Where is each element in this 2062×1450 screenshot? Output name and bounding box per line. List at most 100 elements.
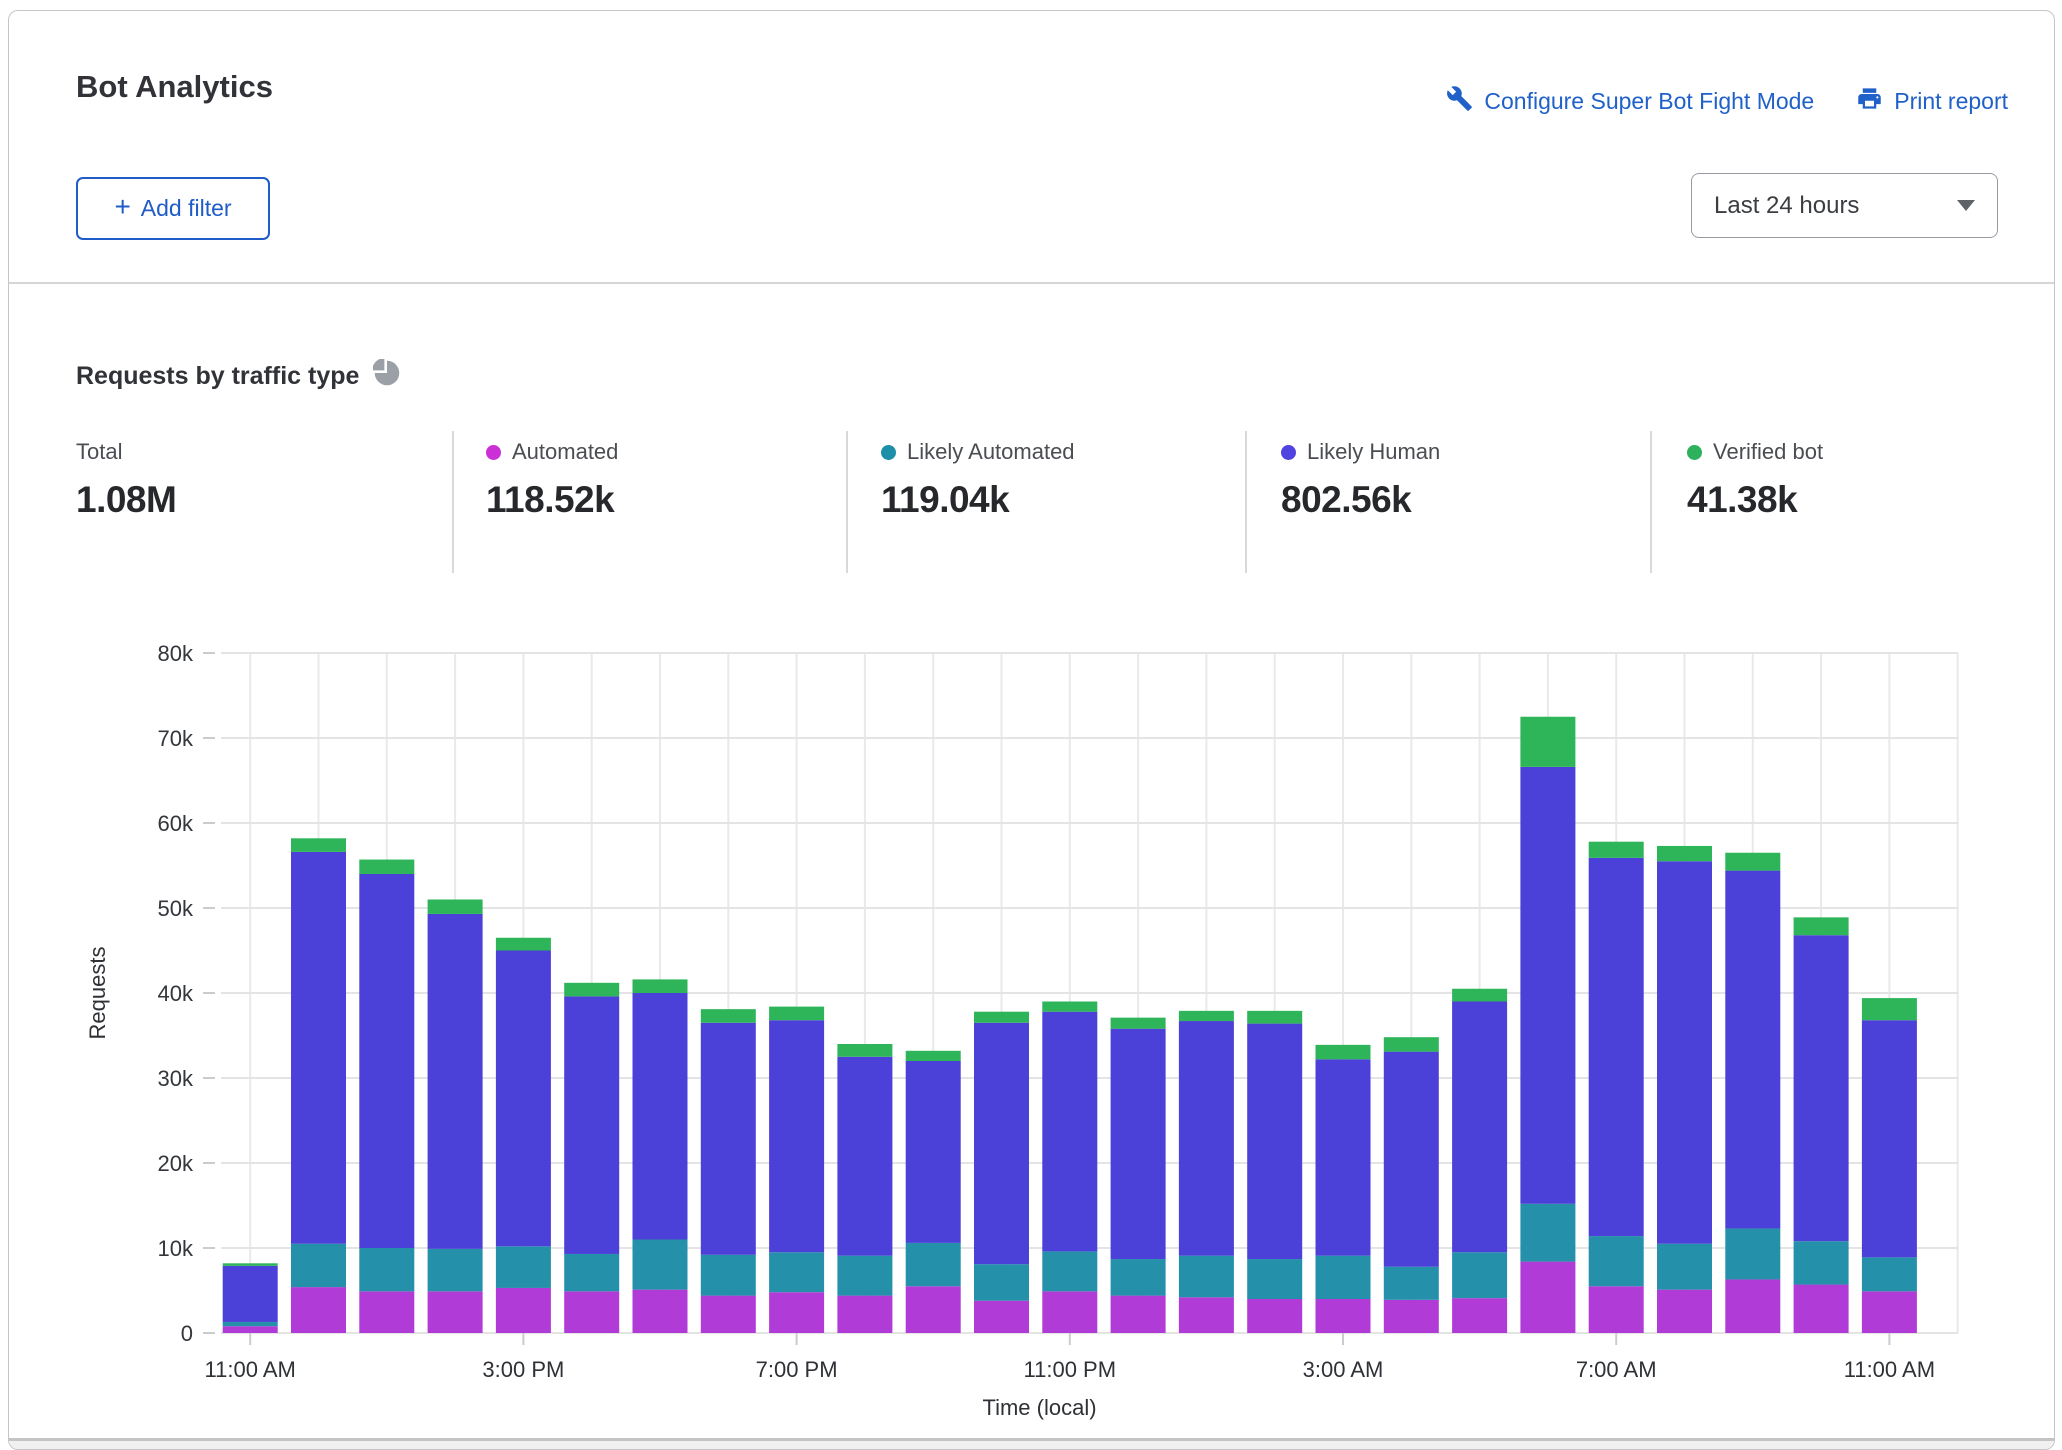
bar-segment-verified-bot xyxy=(906,1051,961,1061)
bar-segment-verified-bot xyxy=(564,983,619,997)
automated-legend-dot xyxy=(486,445,501,460)
bar-segment-likely-human xyxy=(359,874,414,1248)
time-range-select[interactable]: Last 24 hours xyxy=(1691,173,1998,238)
bar-segment-automated xyxy=(1111,1296,1166,1333)
bar-segment-likely-human xyxy=(291,852,346,1244)
bar-segment-automated xyxy=(1384,1300,1439,1333)
x-axis-tick-label: 7:00 PM xyxy=(756,1357,838,1382)
y-axis-title: Requests xyxy=(85,947,110,1040)
add-filter-button[interactable]: + Add filter xyxy=(76,177,270,240)
bar-segment-automated xyxy=(769,1292,824,1333)
bar-segment-verified-bot xyxy=(1794,917,1849,935)
bar-segment-likely-human xyxy=(1794,935,1849,1241)
stat-total-label: Total xyxy=(76,439,122,465)
bar-segment-likely-automated xyxy=(1794,1241,1849,1284)
y-axis-tick-label: 40k xyxy=(158,981,194,1006)
bar-segment-likely-automated xyxy=(1111,1259,1166,1296)
x-axis-title: Time (local) xyxy=(982,1395,1096,1420)
bar-segment-likely-human xyxy=(633,993,688,1240)
y-axis-tick-label: 80k xyxy=(158,641,194,666)
bar-segment-likely-human xyxy=(1520,767,1575,1204)
add-filter-label: Add filter xyxy=(141,195,232,222)
bar-segment-verified-bot xyxy=(837,1044,892,1057)
bar-segment-automated xyxy=(1657,1290,1712,1333)
bar-segment-likely-human xyxy=(223,1266,278,1322)
plus-icon: + xyxy=(114,193,130,221)
stat-likely-human-label: Likely Human xyxy=(1307,439,1440,465)
bar-segment-likely-human xyxy=(1589,858,1644,1236)
bar-segment-automated xyxy=(1794,1285,1849,1333)
bar-segment-verified-bot xyxy=(1042,1002,1097,1012)
bar-segment-likely-automated xyxy=(1657,1244,1712,1290)
configure-link-label: Configure Super Bot Fight Mode xyxy=(1484,88,1814,115)
verified-bot-legend-dot xyxy=(1687,445,1702,460)
bar-segment-likely-automated xyxy=(223,1322,278,1326)
bar-segment-likely-human xyxy=(1247,1024,1302,1259)
bar-segment-likely-automated xyxy=(291,1244,346,1287)
bar-segment-likely-automated xyxy=(1247,1259,1302,1299)
bar-segment-likely-automated xyxy=(496,1246,551,1288)
bar-segment-verified-bot xyxy=(1862,998,1917,1020)
print-report-link[interactable]: Print report xyxy=(1856,85,2008,118)
wrench-icon xyxy=(1446,85,1473,118)
bar-segment-automated xyxy=(291,1287,346,1333)
stat-verified-bot-label: Verified bot xyxy=(1713,439,1823,465)
bar-segment-verified-bot xyxy=(1589,842,1644,858)
bar-segment-likely-automated xyxy=(1725,1228,1780,1279)
bar-segment-verified-bot xyxy=(359,860,414,874)
printer-icon xyxy=(1856,85,1883,118)
configure-super-bot-fight-mode-link[interactable]: Configure Super Bot Fight Mode xyxy=(1446,85,1814,118)
bar-segment-likely-automated xyxy=(564,1254,619,1291)
stat-divider xyxy=(1245,431,1247,573)
stat-likely-human: Likely Human 802.56k xyxy=(1281,439,1440,521)
header-divider xyxy=(9,282,2054,284)
bar-segment-likely-human xyxy=(906,1061,961,1243)
bar-segment-automated xyxy=(1316,1299,1371,1333)
y-axis-tick-label: 70k xyxy=(158,726,194,751)
x-axis-tick-label: 11:00 PM xyxy=(1024,1357,1117,1382)
bar-segment-verified-bot xyxy=(1520,717,1575,767)
stat-automated-label: Automated xyxy=(512,439,618,465)
bar-segment-automated xyxy=(837,1296,892,1333)
chevron-down-icon xyxy=(1957,200,1975,211)
bar-segment-likely-automated xyxy=(701,1255,756,1296)
bar-segment-likely-automated xyxy=(837,1256,892,1296)
bar-segment-likely-human xyxy=(1862,1020,1917,1257)
bar-segment-likely-human xyxy=(1452,1002,1507,1253)
bar-segment-verified-bot xyxy=(428,900,483,914)
bot-analytics-card: Bot Analytics Configure Super Bot Fight … xyxy=(8,10,2055,1450)
section-title: Requests by traffic type xyxy=(76,359,401,394)
bar-segment-likely-human xyxy=(701,1023,756,1255)
stat-divider xyxy=(1650,431,1652,573)
bar-segment-likely-human xyxy=(428,914,483,1249)
stat-total: Total 1.08M xyxy=(76,439,176,521)
bar-segment-automated xyxy=(428,1291,483,1333)
bar-segment-verified-bot xyxy=(701,1009,756,1023)
bar-segment-verified-bot xyxy=(1111,1018,1166,1029)
y-axis-tick-label: 10k xyxy=(158,1236,194,1261)
bar-segment-verified-bot xyxy=(1725,853,1780,871)
bar-segment-verified-bot xyxy=(291,838,346,852)
next-card-edge xyxy=(9,1438,2054,1450)
stat-likely-human-value: 802.56k xyxy=(1281,479,1440,521)
bar-segment-likely-human xyxy=(564,996,619,1254)
x-axis-tick-label: 7:00 AM xyxy=(1576,1357,1657,1382)
stat-divider xyxy=(846,431,848,573)
bar-segment-likely-automated xyxy=(769,1252,824,1292)
x-axis-tick-label: 3:00 PM xyxy=(482,1357,564,1382)
bar-segment-automated xyxy=(1042,1291,1097,1333)
bar-segment-automated xyxy=(701,1296,756,1333)
bar-segment-likely-human xyxy=(1042,1012,1097,1252)
bar-segment-likely-human xyxy=(837,1057,892,1256)
header-actions: Configure Super Bot Fight Mode Print rep… xyxy=(1446,85,2008,118)
stat-automated: Automated 118.52k xyxy=(486,439,618,521)
bar-segment-automated xyxy=(906,1286,961,1333)
bar-segment-verified-bot xyxy=(633,979,688,993)
stat-verified-bot-value: 41.38k xyxy=(1687,479,1823,521)
likely-automated-legend-dot xyxy=(881,445,896,460)
bar-segment-likely-automated xyxy=(906,1243,961,1286)
bar-segment-likely-automated xyxy=(1520,1204,1575,1262)
stat-divider xyxy=(452,431,454,573)
traffic-type-stacked-bar-chart: 010k20k30k40k50k60k70k80k11:00 AM3:00 PM… xyxy=(9,601,2055,1421)
stat-likely-automated-label: Likely Automated xyxy=(907,439,1075,465)
